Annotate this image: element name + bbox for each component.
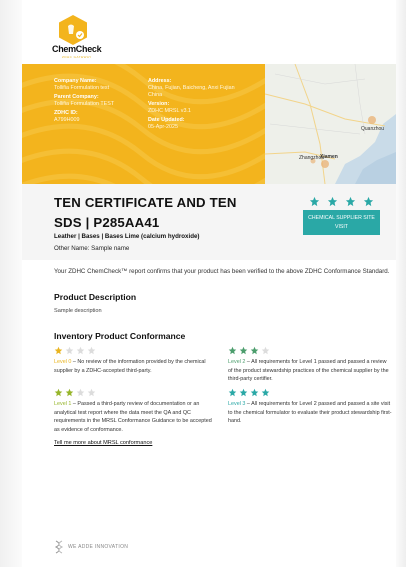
star-empty-icon [65,346,74,355]
footer-brand: WE ADDE INNOVATION [54,540,128,554]
level-1-stars [54,388,218,398]
star-filled-icon [65,388,74,397]
company-name-label: Company Name: [54,78,97,84]
hexagon-check-icon [59,15,87,45]
version-value: ZDHC MRSL v3.1 [148,108,191,114]
level-2-text: – All requirements for Level 1 passed an… [228,359,389,383]
parent-company-label: Parent Company: [54,94,99,100]
star-empty-icon [76,346,85,355]
level-1-label: Level 1 [54,401,72,407]
star-icon [345,196,356,207]
certificate-title: TEN CERTIFICATE AND TEN SDS | P285AA41 [54,195,237,230]
footer-text: WE ADDE INNOVATION [68,544,129,550]
logo-tagline: ZDHC GATEWAY [62,55,92,59]
chemcheck-logo: ChemCheck ZDHC GATEWAY [52,14,102,60]
mrsl-conformance-link[interactable]: Tell me more about MRSL conformance [54,440,152,446]
star-filled-icon [250,346,259,355]
address-info: Address: China, Fujian, Baicheng, Anxi F… [148,78,238,133]
parent-company-value: Tollifia Formulation TEST [54,101,115,107]
company-name-value: Tollifia Formulation test [54,85,110,91]
other-name-label: Other Name: [54,245,90,252]
star-filled-icon [261,388,270,397]
page-margin-left [0,0,22,567]
map-graphic [265,64,396,184]
star-empty-icon [261,346,270,355]
zdhc-id-label: ZDHC ID: [54,110,78,116]
level-0-label: Level 0 [54,359,72,365]
report-intro: Your ZDHC ChemCheck™ report confirms tha… [54,268,390,275]
star-filled-icon [228,346,237,355]
map-label-xiamen: Xiamen [320,154,338,160]
location-map[interactable]: Quanzhou Zhangzhou Xiamen [265,64,396,184]
conformance-rating-stars [309,196,374,207]
version-label: Version: [148,101,170,107]
product-description-heading: Product Description [54,292,137,302]
star-filled-icon [239,346,248,355]
level-2-stars [228,346,392,356]
dna-icon [54,540,64,554]
star-filled-icon [239,388,248,397]
level-0-block: Level 0 – No review of the information p… [54,346,218,375]
star-filled-icon [228,388,237,397]
other-name: Other Name: Sample name [54,245,129,252]
star-icon [309,196,320,207]
level-2-label: Level 2 [228,359,246,365]
star-empty-icon [87,346,96,355]
level-0-stars [54,346,218,356]
page-margin-right [396,0,406,567]
star-filled-icon [250,388,259,397]
level-1-text: – Passed a third-party review of documen… [54,401,212,433]
star-empty-icon [87,388,96,397]
inventory-conformance-heading: Inventory Product Conformance [54,331,186,341]
level-0-text: – No review of the information provided … [54,359,206,374]
level-3-stars [228,388,392,398]
other-name-value: Sample name [91,245,130,252]
company-info: Company Name: Tollifia Formulation test … [54,78,142,126]
zdhc-id-value: A799H009 [54,117,80,123]
date-updated-label: Date Updated: [148,117,185,123]
product-classification: Leather | Bases | Bases Lime (calcium hy… [54,233,200,240]
product-description-text: Sample description [54,308,102,314]
level-3-block: Level 3 – All requirements for Level 2 p… [228,388,392,426]
level-3-label: Level 3 [228,401,246,407]
star-filled-icon [54,388,63,397]
level-1-block: Level 1 – Passed a third-party review of… [54,388,218,434]
address-label: Address: [148,78,172,84]
star-icon [327,196,338,207]
date-updated-value: 05-Apr-2025 [148,124,178,130]
level-3-text: – All requirements for Level 2 passed an… [228,401,392,425]
map-label-quanzhou: Quanzhou [361,126,385,132]
level-2-block: Level 2 – All requirements for Level 1 p… [228,346,392,384]
chemical-supplier-site-visit-button[interactable]: CHEMICAL SUPPLIER SITE VISIT [303,210,380,235]
star-empty-icon [76,388,85,397]
hero-banner: Company Name: Tollifia Formulation test … [22,64,265,184]
logo-wordmark: ChemCheck [52,44,102,54]
address-value: China, Fujian, Baicheng, Anxi Fujian Chi… [148,85,235,98]
star-icon [363,196,374,207]
certificate-page: ChemCheck ZDHC GATEWAY Company Name: Tol… [22,0,396,567]
star-filled-icon [54,346,63,355]
